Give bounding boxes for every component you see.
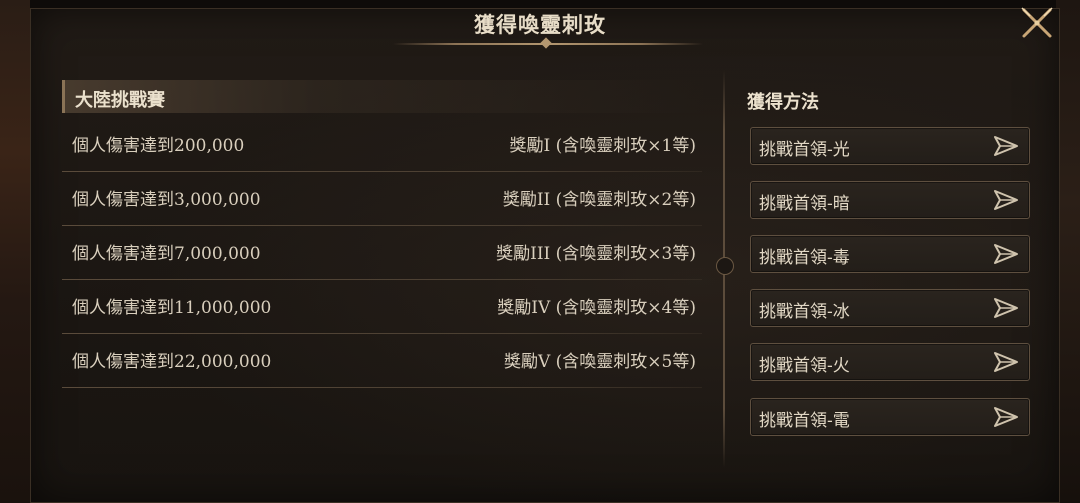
- close-button[interactable]: [1018, 4, 1056, 42]
- row-divider: [62, 387, 702, 388]
- method-button-ice-boss[interactable]: 挑戰首領-冰: [750, 289, 1030, 327]
- methods-title: 獲得方法: [747, 92, 819, 113]
- background-left: [0, 0, 30, 503]
- method-button-fire-boss[interactable]: 挑戰首領-火: [750, 343, 1030, 381]
- go-arrow-icon: [994, 190, 1018, 210]
- method-button-light-boss[interactable]: 挑戰首領-光: [750, 127, 1030, 165]
- reward-row: 個人傷害達到200,000 獎勵I (含喚靈刺玫×1等): [62, 118, 702, 172]
- damage-condition: 個人傷害達到22,000,000: [72, 352, 272, 372]
- close-x-icon: [1021, 7, 1053, 38]
- reward-text: 獎勵II (含喚靈刺玫×2等): [502, 190, 696, 210]
- reward-row: 個人傷害達到22,000,000 獎勵V (含喚靈刺玫×5等): [62, 334, 702, 388]
- method-label: 挑戰首領-冰: [759, 302, 850, 322]
- reward-text: 獎勵III (含喚靈刺玫×3等): [496, 244, 696, 264]
- method-label: 挑戰首領-電: [759, 411, 850, 431]
- reward-text: 獎勵IV (含喚靈刺玫×4等): [497, 298, 696, 318]
- reward-row: 個人傷害達到7,000,000 獎勵III (含喚靈刺玫×3等): [62, 226, 702, 280]
- dialog-header: 獲得喚靈刺玫: [0, 0, 1080, 50]
- go-arrow-icon: [994, 352, 1018, 372]
- title-ornament: [540, 37, 552, 49]
- dialog-title: 獲得喚靈刺玫: [474, 12, 606, 37]
- divider-ornament-icon: [716, 257, 734, 275]
- section-header-continental-challenge: 大陸挑戰賽: [62, 80, 705, 113]
- go-arrow-icon: [994, 136, 1018, 156]
- method-label: 挑戰首領-火: [759, 356, 850, 376]
- method-button-poison-boss[interactable]: 挑戰首領-毒: [750, 235, 1030, 273]
- reward-row: 個人傷害達到3,000,000 獎勵II (含喚靈刺玫×2等): [62, 172, 702, 226]
- reward-row: 個人傷害達到11,000,000 獎勵IV (含喚靈刺玫×4等): [62, 280, 702, 334]
- damage-condition: 個人傷害達到11,000,000: [72, 298, 272, 318]
- go-arrow-icon: [994, 244, 1018, 264]
- damage-condition: 個人傷害達到7,000,000: [72, 244, 261, 264]
- method-button-dark-boss[interactable]: 挑戰首領-暗: [750, 181, 1030, 219]
- reward-text: 獎勵V (含喚靈刺玫×5等): [503, 352, 696, 372]
- section-title: 大陸挑戰賽: [75, 90, 165, 111]
- go-arrow-icon: [994, 298, 1018, 318]
- go-arrow-icon: [994, 407, 1018, 427]
- damage-condition: 個人傷害達到200,000: [72, 136, 245, 156]
- damage-condition: 個人傷害達到3,000,000: [72, 190, 261, 210]
- reward-text: 獎勵I (含喚靈刺玫×1等): [509, 136, 696, 156]
- method-button-thunder-boss[interactable]: 挑戰首領-電: [750, 398, 1030, 436]
- method-label: 挑戰首領-光: [759, 140, 850, 160]
- method-label: 挑戰首領-暗: [759, 194, 850, 214]
- method-label: 挑戰首領-毒: [759, 248, 850, 268]
